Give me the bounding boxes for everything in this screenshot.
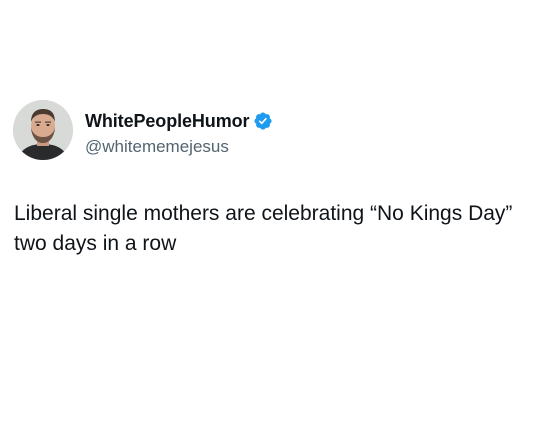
author-name-row: WhitePeopleHumor [85,110,273,132]
verified-badge-icon[interactable] [253,111,273,131]
tweet-card: WhitePeopleHumor @whitememejesus Liberal… [0,0,560,441]
avatar-image [13,100,73,160]
tweet-text: Liberal single mothers are celebrating “… [14,202,513,255]
avatar[interactable] [13,100,73,160]
author-display-name[interactable]: WhitePeopleHumor [85,111,250,132]
author-handle[interactable]: @whitememejesus [85,137,229,157]
